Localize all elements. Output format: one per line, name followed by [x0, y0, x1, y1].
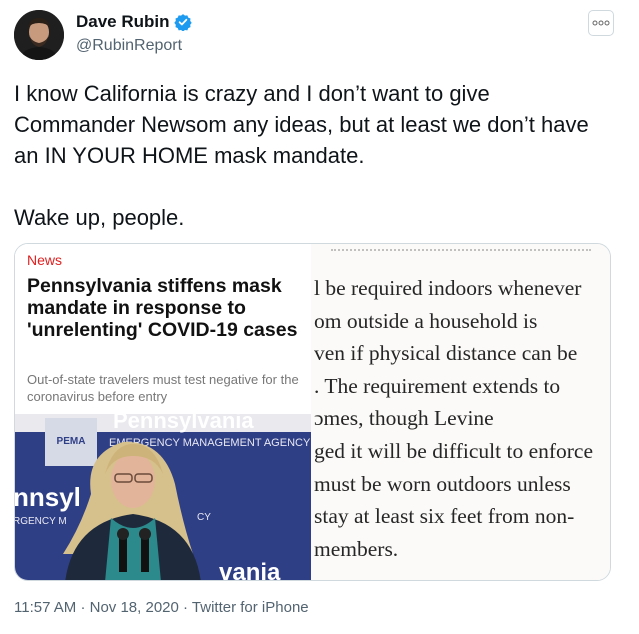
tweet-date[interactable]: Nov 18, 2020	[90, 599, 179, 616]
verified-badge-icon	[173, 13, 192, 32]
article-text-line: members.	[314, 536, 399, 561]
more-options-icon[interactable]	[588, 10, 614, 36]
banner-left-text: nnsyl	[15, 482, 81, 512]
article-headline: Pennsylvania stiffens mask mandate in re…	[27, 275, 298, 341]
author-handle[interactable]: @RubinReport	[76, 37, 182, 55]
article-text-line: ven if physical distance can be	[314, 341, 578, 366]
news-section-label: News	[27, 252, 63, 268]
article-photo: PEMA Pennsylvania EMERGENCY MANAGEMENT A…	[15, 414, 311, 581]
tweet-metadata: 11:57 AM · Nov 18, 2020 · Twitter for iP…	[14, 599, 309, 616]
attached-image[interactable]: News Pennsylvania stiffens mask mandate …	[14, 243, 611, 581]
article-text-line: ɔmes, though Levine	[314, 406, 494, 431]
meta-separator: ·	[80, 599, 86, 616]
article-text-lines: l be required indoors whenever om outsid…	[314, 272, 610, 565]
author-avatar[interactable]	[14, 10, 64, 60]
tweet-time[interactable]: 11:57 AM	[14, 599, 76, 616]
tweet-card: Dave Rubin @RubinReport I know Californi…	[0, 0, 639, 634]
profile-photo	[14, 10, 64, 60]
article-text-line: ged it will be difficult to enforce	[314, 438, 594, 463]
author-display-name[interactable]: Dave Rubin	[76, 12, 170, 32]
article-header: News Pennsylvania stiffens mask mandate …	[15, 244, 311, 414]
article-screenshot: News Pennsylvania stiffens mask mandate …	[15, 244, 311, 581]
pema-logo-text: PEMA	[57, 436, 86, 447]
article-text-line: l be required indoors whenever	[314, 276, 582, 300]
author-name-row: Dave Rubin	[76, 12, 192, 32]
cut-off-text-line	[331, 244, 591, 251]
article-text-line: om outside a household is	[314, 308, 538, 333]
article-subhead: Out-of-state travelers must test negativ…	[27, 372, 299, 404]
meta-separator: ·	[183, 599, 189, 616]
banner-mid-sub-text: CY	[197, 512, 211, 523]
article-text-line: stay at least six feet from non-	[314, 504, 575, 529]
article-text-line: . The requirement extends to	[314, 373, 561, 398]
banner-left-sub-text: RGENCY M	[15, 516, 67, 527]
banner-top-text: Pennsylvania	[113, 414, 254, 433]
tweet-paragraph: I know California is crazy and I don’t w…	[14, 81, 589, 168]
banner-bottom-text: vania	[219, 559, 281, 581]
tweet-text: I know California is crazy and I don’t w…	[14, 78, 614, 233]
article-text-photo: l be required indoors whenever om outsid…	[311, 244, 610, 580]
tweet-paragraph: Wake up, people.	[14, 205, 185, 230]
tweet-source[interactable]: Twitter for iPhone	[192, 599, 309, 616]
article-text-line: must be worn outdoors unless	[314, 471, 571, 496]
